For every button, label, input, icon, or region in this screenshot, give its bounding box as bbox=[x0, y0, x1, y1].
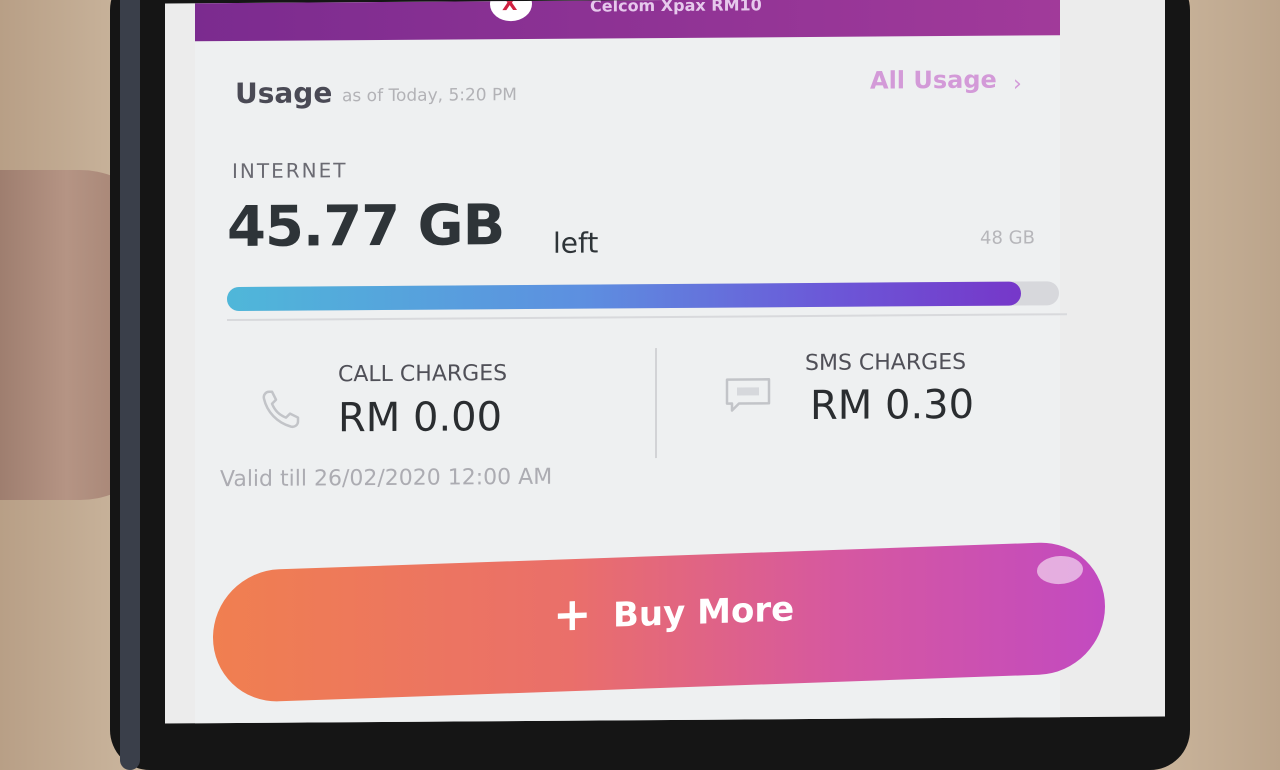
usage-card: Usage as of Today, 5:20 PM All Usage › I… bbox=[195, 35, 1105, 724]
internet-label: INTERNET bbox=[232, 158, 348, 184]
sms-icon bbox=[725, 378, 771, 412]
data-remaining: 45.77 GB bbox=[227, 193, 505, 261]
plan-title: Celcom Xpax RM10 bbox=[590, 0, 762, 16]
buy-more-label: Buy More bbox=[613, 589, 795, 636]
usage-timestamp: as of Today, 5:20 PM bbox=[342, 85, 517, 107]
validity-date: Valid till 26/02/2020 12:00 AM bbox=[220, 464, 553, 493]
all-usage-link[interactable]: All Usage bbox=[870, 66, 997, 95]
data-remaining-suffix: left bbox=[553, 226, 599, 260]
buy-more-button[interactable]: + Buy More bbox=[213, 540, 1105, 704]
celcom-logo-icon bbox=[490, 0, 532, 22]
screen-glare bbox=[1037, 555, 1083, 585]
data-progress-bar bbox=[227, 281, 1059, 312]
plus-icon: + bbox=[553, 586, 592, 642]
phone-icon bbox=[262, 390, 300, 429]
sms-charges-value: RM 0.30 bbox=[810, 381, 975, 429]
charges-divider bbox=[655, 348, 657, 459]
sms-charges-label: SMS CHARGES bbox=[805, 349, 967, 377]
data-progress-fill bbox=[227, 281, 1021, 312]
call-charges-label: CALL CHARGES bbox=[338, 361, 508, 388]
app-screen: Celcom Xpax RM10 Usage as of Today, 5:20… bbox=[165, 0, 1165, 724]
section-divider bbox=[227, 313, 1067, 322]
phone-edge bbox=[120, 0, 140, 770]
data-total: 48 GB bbox=[980, 227, 1035, 249]
call-charges-value: RM 0.00 bbox=[338, 394, 503, 442]
chevron-right-icon[interactable]: › bbox=[1013, 72, 1022, 97]
usage-title: Usage bbox=[235, 76, 333, 111]
